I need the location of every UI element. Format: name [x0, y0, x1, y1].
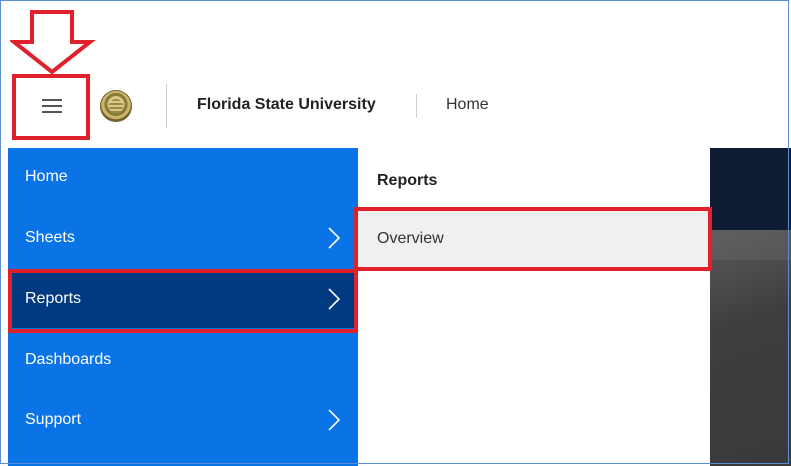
main-nav-menu: Home Sheets Reports Dashboards Support	[8, 148, 358, 466]
nav-item-label: Dashboards	[25, 351, 112, 368]
submenu-item-overview[interactable]: Overview	[358, 210, 710, 268]
top-header: Florida State University Home	[0, 0, 791, 148]
nav-item-dashboards[interactable]: Dashboards	[8, 331, 358, 389]
nav-item-label: Sheets	[25, 229, 75, 246]
nav-item-home[interactable]: Home	[8, 148, 358, 206]
header-divider	[166, 84, 167, 128]
breadcrumb-divider	[416, 94, 417, 118]
breadcrumb-home[interactable]: Home	[446, 96, 489, 114]
hamburger-menu-icon	[42, 99, 62, 113]
nav-item-reports[interactable]: Reports	[8, 270, 358, 328]
submenu-title: Reports	[377, 172, 438, 189]
content-area-dimmed	[710, 230, 791, 466]
content-header-dark	[710, 148, 791, 230]
organization-name[interactable]: Florida State University	[197, 96, 376, 114]
nav-item-support[interactable]: Support	[8, 391, 358, 449]
hamburger-menu-button[interactable]	[16, 76, 88, 136]
nav-item-label: Home	[25, 168, 68, 185]
submenu-item-label: Overview	[377, 230, 444, 247]
chevron-right-icon	[328, 227, 340, 249]
nav-item-sheets[interactable]: Sheets	[8, 209, 358, 267]
nav-item-label: Reports	[25, 290, 82, 307]
university-seal-icon[interactable]	[100, 90, 132, 122]
chevron-right-icon	[328, 288, 340, 310]
reports-submenu-panel: Reports Overview	[358, 148, 710, 466]
chevron-right-icon	[328, 409, 340, 431]
nav-item-label: Support	[25, 411, 82, 428]
